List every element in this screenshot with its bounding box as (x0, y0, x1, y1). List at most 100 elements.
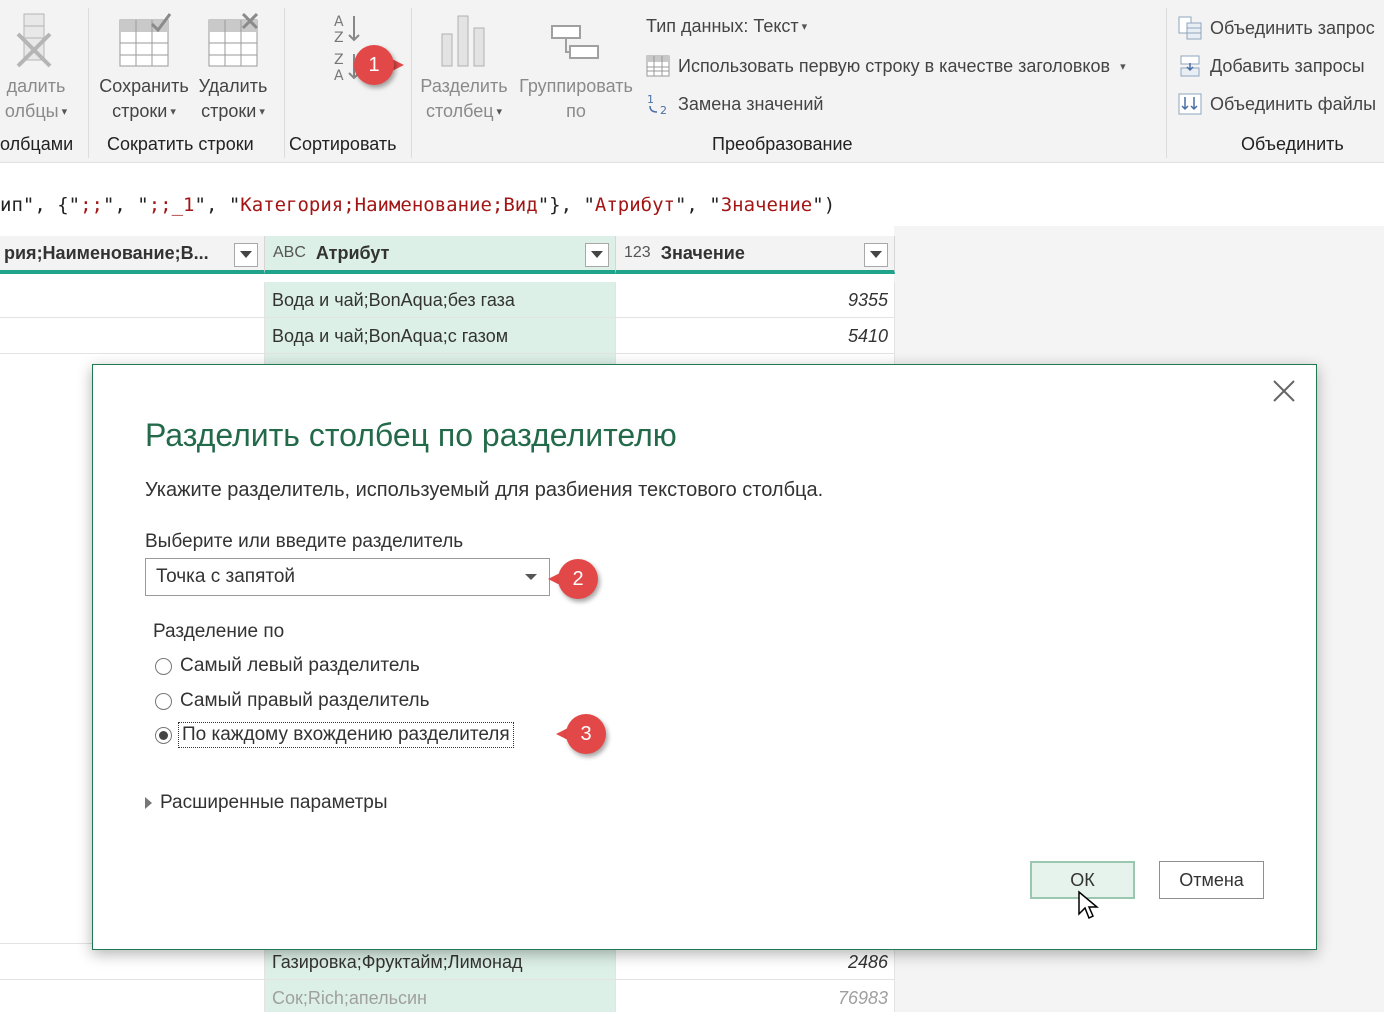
group-label-combine: Объединить (1241, 134, 1344, 154)
keep-rows-button[interactable]: Сохранить строки ▾ (96, 12, 192, 125)
delimiter-label: Выберите или введите разделитель (145, 531, 464, 552)
advanced-options-toggle[interactable]: Расширенные параметры (145, 792, 388, 814)
dialog-description: Укажите разделитель, используемый для ра… (145, 479, 824, 501)
group-label-sort: Сортировать (289, 134, 397, 154)
group-label-columns: олбцами (0, 134, 74, 154)
replace-values-label: Замена значений (678, 93, 824, 114)
delete-columns-label-1: далить (6, 76, 66, 96)
replace-values-button[interactable]: 1 2 Замена значений (646, 92, 823, 116)
column-header-label: Значение (660, 242, 745, 263)
table-cell[interactable]: Вода и чай;BonAqua;без газа (265, 282, 616, 318)
split-column-label-1: Разделить (420, 76, 508, 96)
formula-part: ", " (194, 194, 241, 216)
svg-text:A: A (334, 68, 344, 82)
keep-rows-label-1: Сохранить (99, 76, 189, 96)
sort-asc-icon: A Z (334, 14, 360, 46)
delimiter-select[interactable]: Точка с запятой (145, 558, 550, 596)
split-by-label: Разделение по (153, 621, 285, 642)
formula-part: ") (812, 194, 836, 216)
formula-string: Значение (720, 194, 813, 216)
callout-number: 2 (558, 559, 598, 599)
column-header-attribute[interactable]: ABC Атрибут (265, 236, 616, 274)
close-icon[interactable] (1270, 377, 1298, 405)
filter-dropdown-button[interactable] (585, 243, 609, 267)
delete-columns-icon (16, 13, 52, 68)
append-queries-label: Добавить запросы (1210, 55, 1365, 76)
table-cell[interactable] (0, 282, 265, 318)
chevron-down-icon (525, 574, 537, 580)
data-type-dropdown[interactable]: Тип данных: Текст ▾ (646, 16, 807, 37)
filter-dropdown-button[interactable] (234, 243, 258, 267)
formula-string: Атрибут (594, 194, 675, 216)
column-header-category[interactable]: рия;Наименование;В... (0, 236, 265, 274)
data-type-label: Тип данных: Текст (646, 16, 799, 36)
table-cell[interactable]: Сок;Rich;апельсин (265, 980, 616, 1012)
delete-columns-label-2: олбцы (4, 101, 59, 121)
append-queries-button[interactable]: Добавить запросы (1178, 54, 1365, 78)
column-header-label: рия;Наименование;В... (4, 242, 209, 263)
combine-files-button[interactable]: Объединить файлы (1178, 92, 1376, 116)
cancel-button[interactable]: Отмена (1159, 861, 1264, 899)
filter-dropdown-button[interactable] (864, 243, 888, 267)
radio-circle (155, 692, 172, 710)
callout-1: 1 (354, 45, 404, 85)
number-type-icon: 123 (624, 244, 651, 261)
group-by-label-2: по (566, 101, 586, 121)
replace-values-icon: 1 2 (647, 93, 667, 116)
svg-text:Z: Z (334, 30, 344, 44)
group-label-transform: Преобразование (712, 134, 853, 154)
formula-bar[interactable]: ип", {";;", ";;_1", "Категория;Наименова… (0, 182, 1384, 226)
expand-arrow-icon (145, 797, 152, 809)
callout-2: 2 (548, 559, 598, 599)
split-column-label-2: столбец (425, 101, 494, 121)
ribbon: далить олбцы ▾ Сохранить строки ▾ Удалить … (0, 0, 1384, 163)
callout-number: 3 (566, 714, 606, 754)
svg-text:A: A (334, 14, 344, 30)
delete-columns-button[interactable]: далить олбцы ▾ (0, 12, 76, 125)
formula-part: ип", {" (0, 194, 81, 216)
svg-text:Z: Z (334, 52, 344, 68)
table-cell[interactable]: Вода и чай;BonAqua;с газом (265, 318, 616, 354)
merge-queries-label: Объединить запрос (1210, 17, 1375, 38)
group-by-button[interactable]: Группировать по (514, 12, 638, 124)
formula-part: ", " (102, 194, 149, 216)
formula-string: ;; (80, 194, 103, 216)
filter-dropdown-icon (591, 251, 603, 258)
formula-part: "}, " (537, 194, 595, 216)
table-cell[interactable] (0, 318, 265, 354)
radio-label: По каждому вхождению разделителя (178, 722, 514, 748)
text-type-icon: ABC (273, 244, 306, 261)
svg-text:2: 2 (660, 104, 667, 116)
append-queries-icon (1180, 55, 1200, 77)
advanced-options-label: Расширенные параметры (160, 792, 388, 813)
formula-part: ", " (674, 194, 721, 216)
filter-dropdown-icon (870, 251, 882, 258)
keep-rows-icon (119, 13, 172, 67)
merge-queries-button[interactable]: Объединить запрос (1178, 16, 1375, 40)
combine-files-icon (1178, 93, 1202, 115)
split-column-button[interactable]: Разделить столбец ▾ (418, 12, 510, 125)
callout-number: 1 (354, 45, 394, 85)
radio-leftmost[interactable]: Самый левый разделитель (155, 655, 420, 677)
table-cell[interactable]: 76983 (616, 980, 895, 1012)
table-cell[interactable]: 5410 (616, 318, 895, 354)
combine-files-label: Объединить файлы (1210, 93, 1377, 114)
group-by-icon (551, 25, 599, 59)
use-first-row-button[interactable]: Использовать первую строку в качестве за… (646, 54, 1126, 78)
table-cell[interactable]: 9355 (616, 282, 895, 318)
split-column-dialog: Разделить столбец по разделителю Укажите… (92, 364, 1317, 950)
callout-3: 3 (556, 714, 606, 754)
remove-rows-label-2: строки (201, 101, 257, 121)
sort-ascending-button[interactable]: A Z (330, 12, 362, 46)
radio-circle (155, 657, 172, 675)
merge-queries-icon (1178, 16, 1202, 40)
radio-rightmost[interactable]: Самый правый разделитель (155, 690, 430, 712)
remove-rows-button[interactable]: Удалить строки ▾ (194, 12, 272, 125)
formula-string: Категория;Наименование;Вид (240, 194, 538, 216)
table-cell[interactable] (0, 980, 265, 1012)
formula-string: ;;_1 (148, 194, 195, 216)
radio-each-occurrence[interactable]: По каждому вхождению разделителя (155, 722, 514, 748)
column-header-value[interactable]: 123 Значение (616, 236, 895, 274)
table-header-icon (646, 55, 670, 77)
group-label-reduce-rows: Сократить строки (107, 134, 254, 154)
